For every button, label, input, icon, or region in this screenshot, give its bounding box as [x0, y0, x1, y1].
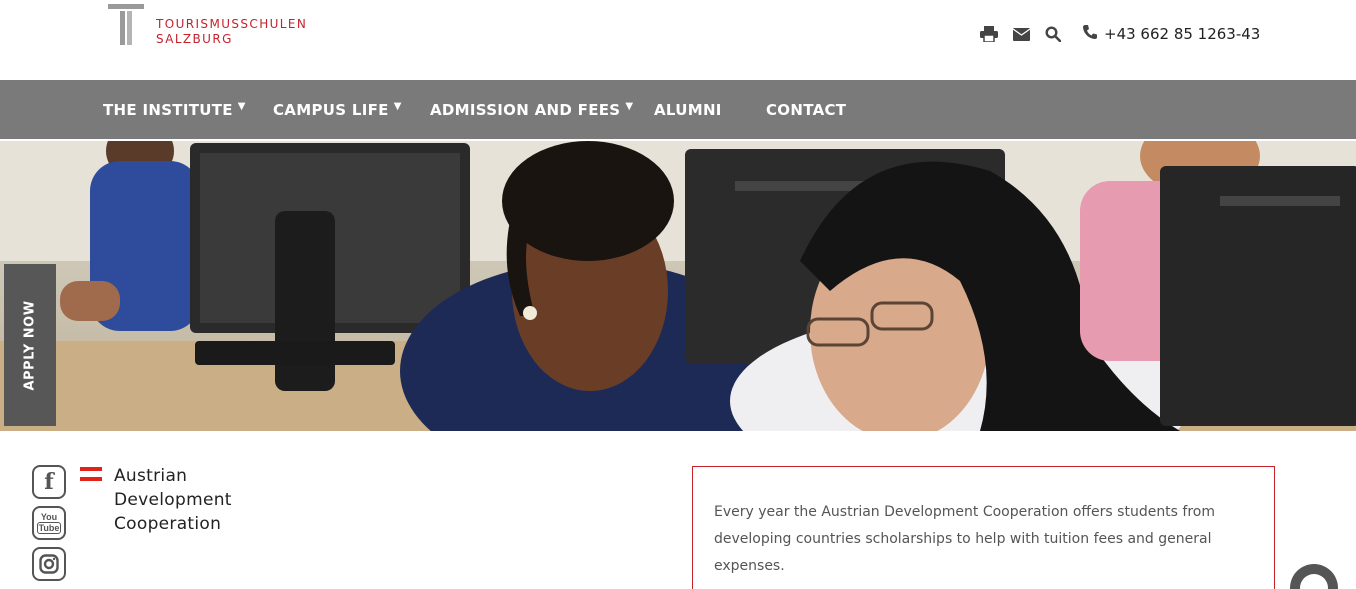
sponsor-name: Austrian Development Cooperation: [114, 464, 232, 536]
chat-widget-icon[interactable]: [1290, 564, 1338, 589]
scholarship-info-text: Every year the Austrian Development Coop…: [714, 504, 1215, 574]
instagram-icon[interactable]: [32, 547, 66, 581]
header-tools: +43 662 85 1263-43: [978, 22, 1260, 46]
facebook-icon[interactable]: f: [32, 465, 66, 499]
caret-down-icon: ▼: [625, 101, 634, 112]
logo-text: TOURISMUSSCHULEN SALZBURG: [156, 17, 307, 50]
apply-now-button[interactable]: APPLY NOW: [4, 264, 56, 426]
sponsor-line-3: Cooperation: [114, 514, 222, 534]
nav-label: ADMISSION AND FEES: [430, 100, 621, 119]
youtube-glyph-top: You: [40, 511, 58, 522]
phone-number: +43 662 85 1263-43: [1104, 25, 1261, 43]
youtube-icon[interactable]: You Tube: [32, 506, 66, 540]
sponsor-line-1: Austrian: [114, 466, 188, 486]
logo-line-1: TOURISMUSSCHULEN: [156, 17, 308, 31]
hero-illustration: [0, 141, 1356, 431]
logo-mark-icon: [108, 4, 144, 46]
phone-link[interactable]: +43 662 85 1263-43: [1082, 24, 1260, 45]
social-links: f You Tube: [32, 465, 68, 588]
phone-icon: [1082, 24, 1098, 45]
print-icon[interactable]: [978, 23, 1000, 45]
caret-down-icon: ▼: [237, 101, 246, 112]
apply-now-label: APPLY NOW: [22, 299, 38, 391]
youtube-glyph-bottom: Tube: [36, 521, 62, 534]
site-header: TOURISMUSSCHULEN SALZBURG +43 662 85 126…: [0, 0, 1356, 80]
site-logo[interactable]: TOURISMUSSCHULEN SALZBURG: [108, 4, 318, 50]
sponsor-line-2: Development: [114, 490, 232, 510]
nav-item-alumni[interactable]: ALUMNI: [654, 80, 722, 139]
search-icon[interactable]: [1042, 23, 1064, 45]
instagram-glyph: [39, 554, 59, 574]
hero-image: [0, 141, 1356, 431]
main-navigation: THE INSTITUTE ▼ CAMPUS LIFE ▼ ADMISSION …: [0, 80, 1356, 139]
nav-item-the-institute[interactable]: THE INSTITUTE ▼: [103, 80, 246, 139]
facebook-glyph: f: [44, 469, 54, 495]
nav-label: CONTACT: [766, 100, 847, 119]
nav-label: ALUMNI: [654, 100, 722, 119]
email-icon[interactable]: [1010, 23, 1032, 45]
nav-label: THE INSTITUTE: [103, 100, 233, 119]
scholarship-info-box: Every year the Austrian Development Coop…: [692, 466, 1275, 589]
nav-item-contact[interactable]: CONTACT: [766, 80, 846, 139]
nav-item-campus-life[interactable]: CAMPUS LIFE ▼: [273, 80, 402, 139]
nav-item-admission-and-fees[interactable]: ADMISSION AND FEES ▼: [430, 80, 633, 139]
nav-label: CAMPUS LIFE: [273, 100, 389, 119]
austria-flag-icon: [80, 467, 102, 481]
logo-line-2: SALZBURG: [156, 32, 233, 46]
caret-down-icon: ▼: [393, 101, 402, 112]
austrian-development-cooperation-logo: Austrian Development Cooperation: [80, 464, 240, 534]
